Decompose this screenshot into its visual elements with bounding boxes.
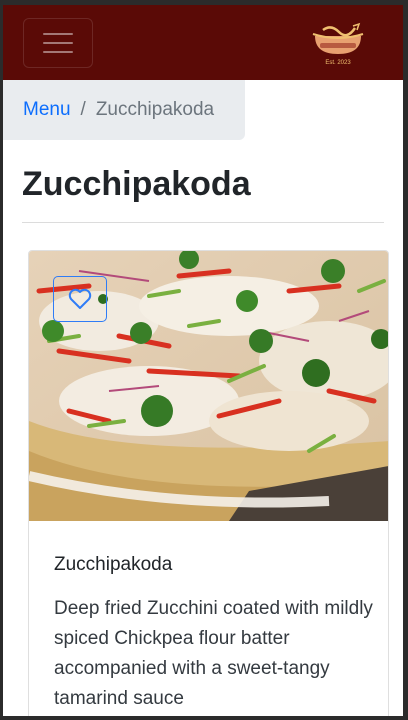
app-frame: Est. 2023 Menu / Zucchipakoda Zucchipako…	[3, 5, 403, 716]
restaurant-logo-icon[interactable]: Est. 2023	[309, 22, 367, 66]
navbar: Est. 2023	[3, 5, 403, 80]
breadcrumb: Menu / Zucchipakoda	[3, 80, 245, 140]
breadcrumb-separator: /	[80, 99, 86, 120]
item-description: Deep fried Zucchini coated with mildly s…	[54, 598, 373, 709]
title-divider	[22, 222, 384, 223]
breadcrumb-current: Zucchipakoda	[95, 99, 215, 120]
menu-item-card: Zucchipakoda Deep fried Zucchini coated …	[28, 250, 389, 716]
page-title: Zucchipakoda	[22, 165, 251, 203]
item-name: Zucchipakoda	[54, 554, 173, 575]
favorite-button[interactable]	[53, 276, 107, 322]
navbar-toggler-button[interactable]	[23, 18, 93, 68]
hamburger-bar	[43, 42, 73, 44]
breadcrumb-menu-link[interactable]: Menu	[23, 99, 71, 121]
logo-text: Est. 2023	[325, 60, 351, 66]
hamburger-menu-icon	[43, 33, 73, 35]
hamburger-bar	[43, 51, 73, 53]
heart-icon	[68, 288, 92, 309]
